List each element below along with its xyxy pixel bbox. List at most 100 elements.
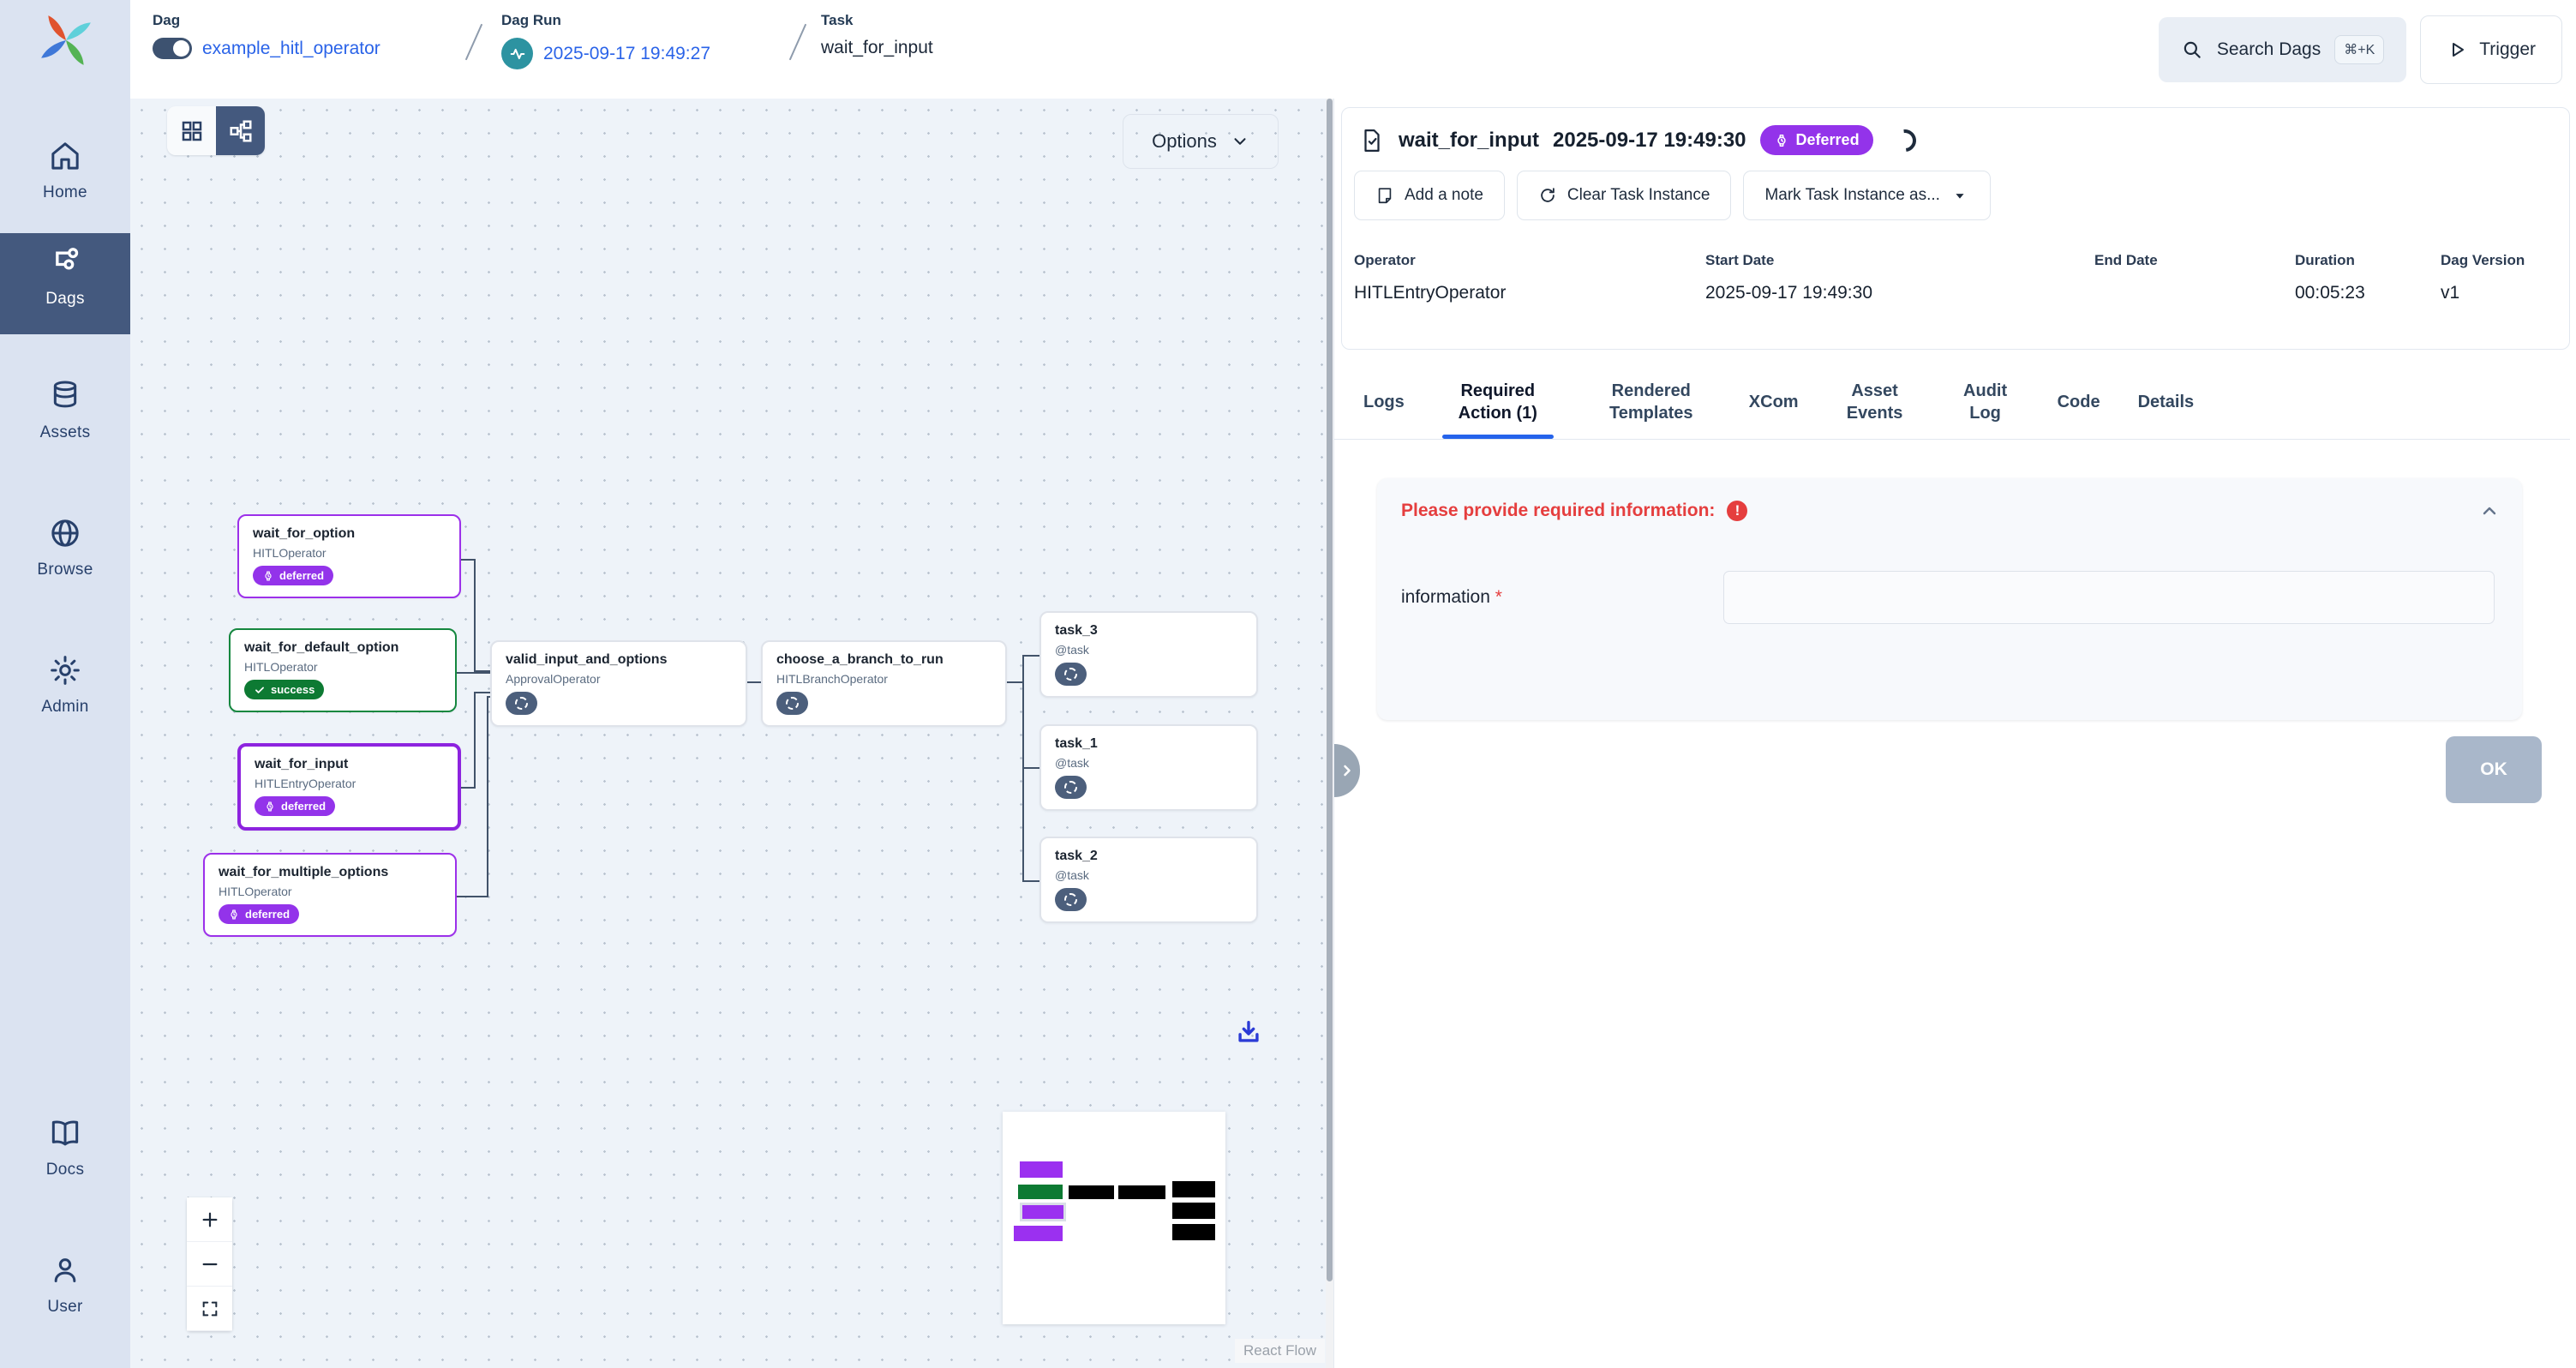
task-node-task_2[interactable]: task_2 @task <box>1039 837 1258 923</box>
task-state-badge-none <box>1055 888 1087 911</box>
fit-view-button[interactable] <box>187 1287 232 1331</box>
sidebar-item-label: Home <box>43 183 87 202</box>
collapse-section-button[interactable] <box>2479 501 2500 525</box>
tab-audit-log[interactable]: Audit Log <box>1951 364 2020 439</box>
task-node-task_3[interactable]: task_3 @task <box>1039 611 1258 698</box>
zoom-out-button[interactable] <box>187 1242 232 1287</box>
tab-xcom[interactable]: XCom <box>1749 364 1799 439</box>
breadcrumb-dag: Dag example_hitl_operator <box>153 12 380 59</box>
zoom-in-button[interactable] <box>187 1197 232 1242</box>
info-value: 2025-09-17 19:49:30 <box>1705 283 1872 303</box>
required-action-card: Please provide required information: ! i… <box>1377 478 2522 720</box>
sidebar-item-label: Docs <box>46 1161 85 1179</box>
tab-logs[interactable]: Logs <box>1363 364 1405 439</box>
user-icon <box>48 1253 82 1287</box>
book-icon <box>48 1116 82 1150</box>
grid-view-button[interactable] <box>167 106 216 155</box>
task-node-title: valid_input_and_options <box>506 652 732 668</box>
options-label: Options <box>1152 130 1217 153</box>
plus-icon <box>201 1210 219 1229</box>
trigger-button[interactable]: Trigger <box>2420 15 2562 84</box>
sidebar-item-user[interactable]: User <box>0 1241 130 1317</box>
clear-task-instance-button[interactable]: Clear Task Instance <box>1517 171 1732 220</box>
no-status-icon <box>1064 668 1077 681</box>
required-action-form: information * <box>1401 571 2498 624</box>
breadcrumb-task-value: wait_for_input <box>821 38 933 58</box>
info-label: Operator <box>1354 252 1506 269</box>
watch-icon <box>228 909 240 921</box>
tab-code[interactable]: Code <box>2058 364 2100 439</box>
minimap-node <box>1172 1181 1215 1197</box>
sidebar-item-label: Assets <box>40 423 91 442</box>
minimap-node <box>1172 1224 1215 1240</box>
info-value: 00:05:23 <box>2295 283 2365 303</box>
sidebar-item-home[interactable]: Home <box>0 127 130 202</box>
graph-scrollbar <box>1326 99 1333 1368</box>
task-node-choose_a_branch_to_run[interactable]: choose_a_branch_to_run HITLBranchOperato… <box>761 640 1007 727</box>
graph-icon <box>228 118 254 144</box>
tab-required-action[interactable]: Required Action (1) <box>1442 364 1554 439</box>
task-node-task_1[interactable]: task_1 @task <box>1039 724 1258 811</box>
home-icon <box>48 139 82 173</box>
task-instance-timestamp: 2025-09-17 19:49:30 <box>1553 129 1746 153</box>
zoom-controls <box>187 1197 232 1331</box>
sidebar-item-dags[interactable]: Dags <box>0 233 130 334</box>
task-node-operator: HITLOperator <box>219 885 441 898</box>
watch-icon <box>264 801 276 813</box>
mark-task-instance-as-button[interactable]: Mark Task Instance as... <box>1743 171 1991 220</box>
breadcrumb-label: Dag Run <box>501 12 710 29</box>
search-dags-button[interactable]: Search Dags ⌘+K <box>2159 17 2406 82</box>
task-node-operator: @task <box>1055 643 1243 657</box>
info-label: Dag Version <box>2441 252 2525 269</box>
tab-details[interactable]: Details <box>2138 364 2195 439</box>
sidebar-item-assets[interactable]: Assets <box>0 367 130 442</box>
add-note-button[interactable]: Add a note <box>1354 171 1505 220</box>
ok-button[interactable]: OK <box>2446 736 2542 803</box>
sidebar-item-docs[interactable]: Docs <box>0 1104 130 1179</box>
task-instance-panel: wait_for_input 2025-09-17 19:49:30 Defer… <box>1333 99 2576 1368</box>
task-node-operator: HITLEntryOperator <box>255 777 444 790</box>
chevron-right-icon <box>1339 762 1356 779</box>
tab-rendered-templates[interactable]: Rendered Templates <box>1591 364 1711 439</box>
graph-view-button[interactable] <box>216 106 265 155</box>
task-node-operator: @task <box>1055 756 1243 770</box>
watch-icon <box>1774 133 1789 148</box>
search-shortcut: ⌘+K <box>2334 35 2384 64</box>
graph-minimap[interactable] <box>1003 1112 1225 1324</box>
task-instance-title: wait_for_input <box>1399 129 1539 153</box>
breadcrumb-dag-link[interactable]: example_hitl_operator <box>202 39 380 59</box>
task-node-wait_for_multiple_options[interactable]: wait_for_multiple_options HITLOperator d… <box>203 853 457 937</box>
panel-collapse-button[interactable] <box>1334 744 1360 797</box>
breadcrumb-dag-run-link[interactable]: 2025-09-17 19:49:27 <box>543 44 710 64</box>
info-value: HITLEntryOperator <box>1354 283 1506 303</box>
top-header: Dag example_hitl_operator Dag Run 2025-0… <box>130 0 2576 99</box>
graph-scrollbar-thumb[interactable] <box>1327 99 1333 1281</box>
information-field-label: information * <box>1401 587 1723 608</box>
task-node-wait_for_option[interactable]: wait_for_option HITLOperator deferred <box>237 514 461 598</box>
dag-graph-canvas[interactable]: Options wait_for_option HITLOperator def… <box>130 99 1333 1368</box>
sidebar-item-browse[interactable]: Browse <box>0 504 130 579</box>
information-input[interactable] <box>1723 571 2495 624</box>
sidebar-item-admin[interactable]: Admin <box>0 641 130 717</box>
sidebar: Home Dags Assets Browse Admin Docs User <box>0 0 130 1368</box>
task-state-badge-none <box>1055 776 1087 799</box>
no-status-icon <box>1064 893 1077 906</box>
task-node-title: wait_for_multiple_options <box>219 865 441 880</box>
tab-asset-events[interactable]: Asset Events <box>1836 364 1914 439</box>
graph-options-button[interactable]: Options <box>1123 114 1279 169</box>
minimap-node-selected <box>1022 1205 1063 1219</box>
download-graph-button[interactable] <box>1234 1017 1268 1052</box>
minimap-node <box>1069 1185 1114 1199</box>
task-node-wait_for_input[interactable]: wait_for_input HITLEntryOperator deferre… <box>237 743 461 831</box>
breadcrumb-separator <box>789 24 807 61</box>
check-icon <box>254 684 266 696</box>
task-node-valid_input_and_options[interactable]: valid_input_and_options ApprovalOperator <box>490 640 747 727</box>
task-node-wait_for_default_option[interactable]: wait_for_default_option HITLOperator suc… <box>229 628 457 712</box>
airflow-logo[interactable] <box>38 10 94 70</box>
task-state-badge: deferred <box>255 796 335 816</box>
dag-pause-toggle[interactable] <box>153 38 192 59</box>
sidebar-item-label: Dags <box>45 290 85 309</box>
minimap-node <box>1172 1203 1215 1219</box>
task-state-badge: success <box>244 680 324 699</box>
breadcrumb-separator <box>465 24 483 61</box>
